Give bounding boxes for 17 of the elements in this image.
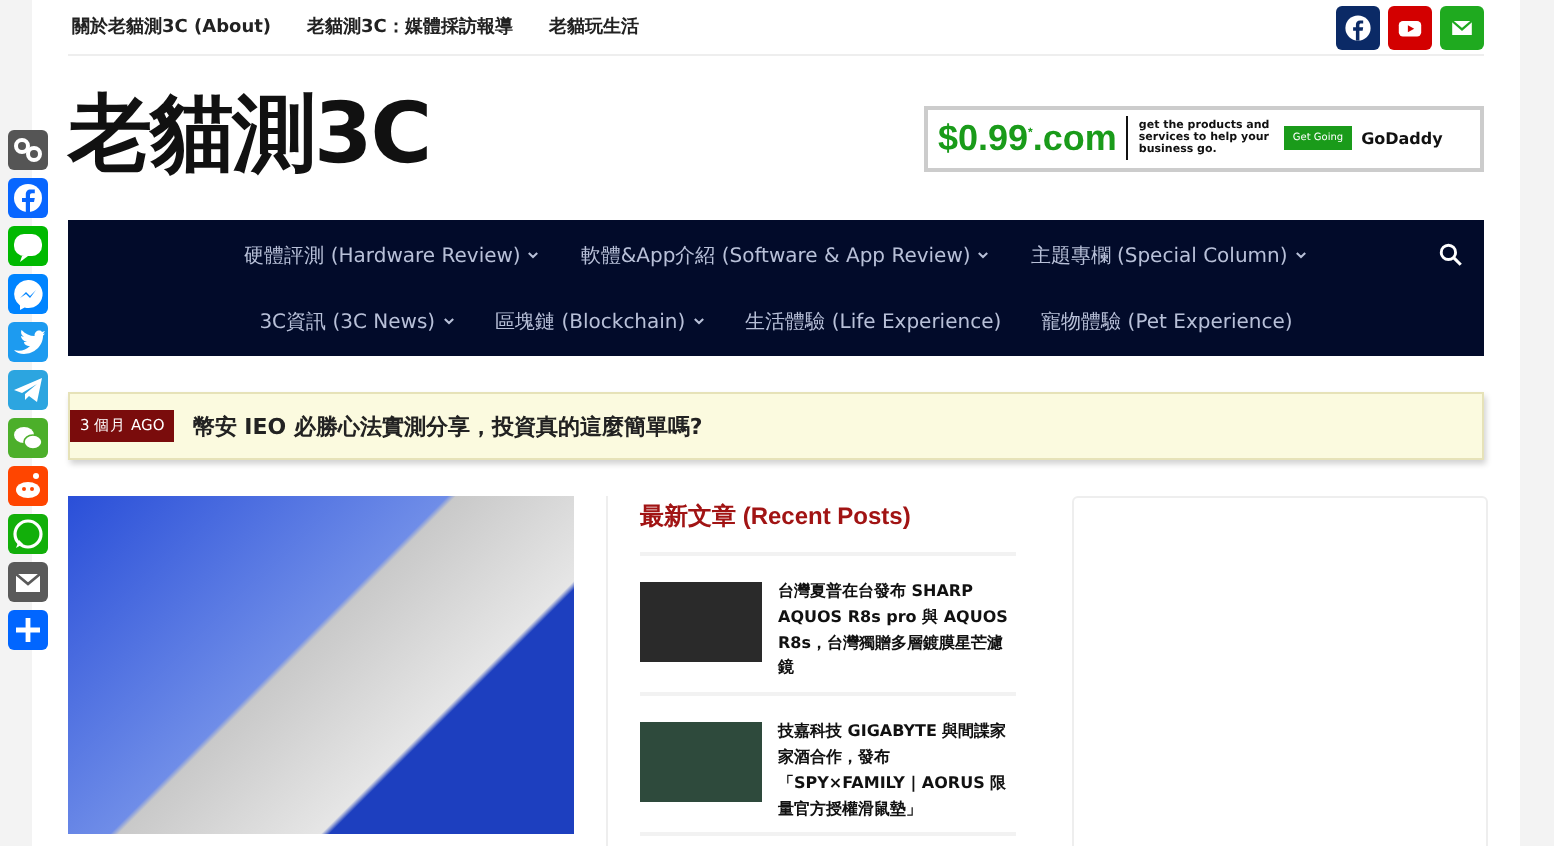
nav-menu-item[interactable]: 生活體驗 (Life Experience) — [745, 288, 1002, 354]
post-title-link[interactable]: 台灣夏普在台發布 SHARP AQUOS R8s pro 與 AQUOS R8s，台灣獨贈多層鍍膜星芒濾鏡 — [640, 580, 1016, 683]
post-title-link[interactable]: 技嘉科技 GIGABYTE 與間諜家家酒合作，發布「SPY×FAMILY | AORUS 限量官方授權滑鼠墊」 — [640, 720, 1016, 823]
nav-menu-item[interactable]: 主題專欄 (Special Column) — [1030, 222, 1308, 288]
nav-menu-item[interactable]: 3C資訊 (3C News) — [259, 288, 456, 354]
ad-price: $0.99$^{*}$.com — [938, 117, 1117, 159]
nav-menu-item[interactable]: 軟體&App介紹 (Software & App Review) — [580, 222, 991, 288]
top-menu-link[interactable]: 老貓測3C：媒體採訪報導 — [307, 14, 513, 40]
nav-menu-item[interactable]: 區塊鏈 (Blockchain) — [495, 288, 706, 354]
ad-brand: GoDaddy — [1361, 129, 1443, 147]
top-menu-link[interactable]: 老貓玩生活 — [548, 14, 639, 40]
nav-menu-item[interactable]: 硬體評測 (Hardware Review) — [244, 222, 541, 288]
nav-menu-item[interactable]: 寵物體驗 (Pet Experience) — [1041, 288, 1293, 354]
top-menu-link[interactable]: 關於老貓測3C (About) — [72, 14, 272, 40]
site-logo[interactable]: 老貓測3C — [68, 78, 431, 190]
ticker-headline[interactable]: 幣安 IEO 必勝心法實測分享，投資真的這麼簡單嗎? — [192, 411, 703, 441]
widget-title: 最新文章 (Recent Posts) — [640, 496, 1016, 556]
